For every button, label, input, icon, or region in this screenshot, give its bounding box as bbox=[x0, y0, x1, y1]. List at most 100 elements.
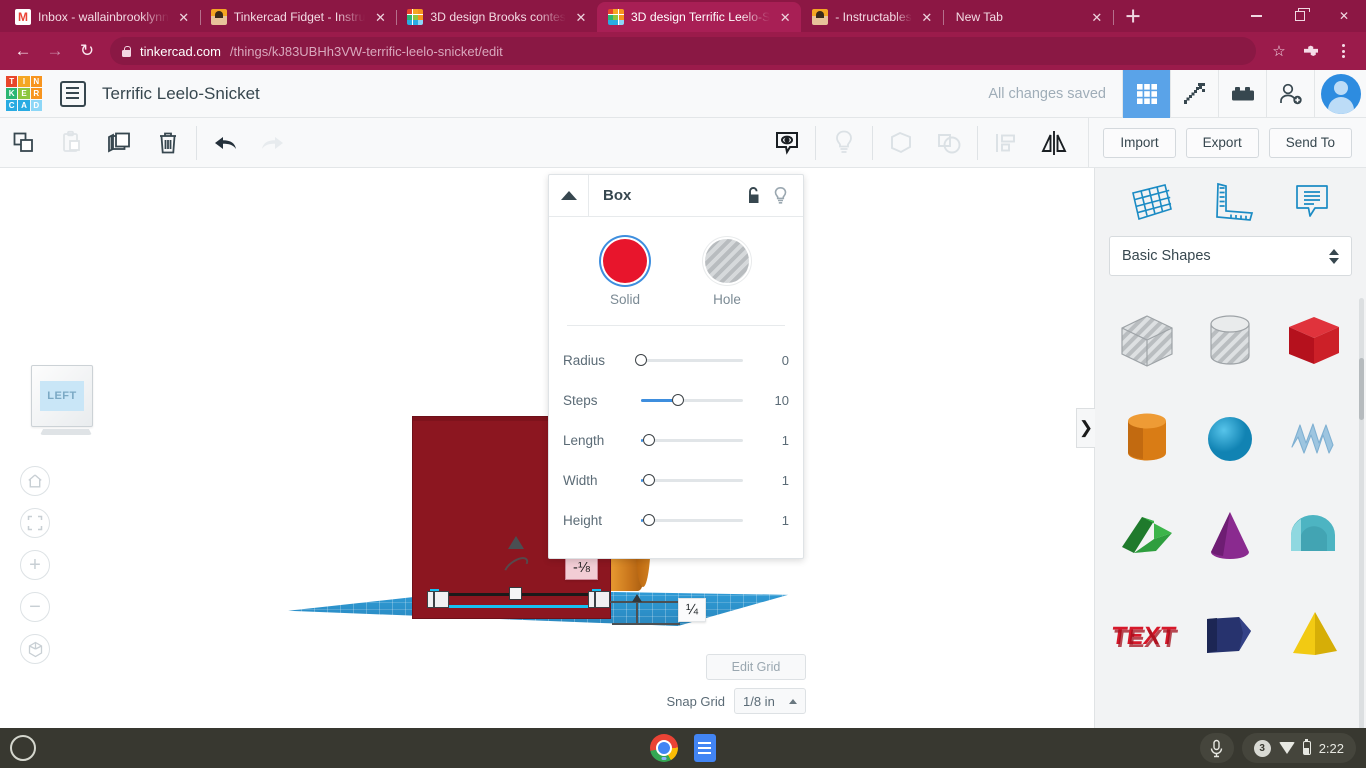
new-tab-button[interactable] bbox=[1119, 2, 1147, 30]
align-icon[interactable] bbox=[982, 118, 1030, 168]
sphere-shape[interactable] bbox=[1204, 413, 1256, 465]
paste-icon[interactable] bbox=[48, 118, 96, 168]
dimension-badge-offset[interactable]: -⅛ bbox=[565, 556, 598, 580]
view-cube-face[interactable]: LEFT bbox=[31, 365, 93, 427]
home-view-button[interactable] bbox=[20, 466, 50, 496]
cylinder-shape[interactable] bbox=[1120, 409, 1174, 469]
forward-button[interactable]: → bbox=[40, 36, 70, 66]
hole-mode-option[interactable]: Hole bbox=[705, 239, 749, 307]
text-shape[interactable]: TEXT TEXT bbox=[1111, 612, 1183, 658]
browser-tab-active[interactable]: 3D design Terrific Leelo-S ✕ bbox=[596, 2, 802, 32]
scribble-shape[interactable] bbox=[1286, 413, 1342, 465]
radius-slider-knob[interactable] bbox=[635, 354, 647, 366]
tab-close-icon[interactable]: ✕ bbox=[1089, 11, 1105, 24]
zoom-out-button[interactable]: − bbox=[20, 592, 50, 622]
redo-icon[interactable] bbox=[249, 118, 297, 168]
resize-handle-right[interactable] bbox=[588, 591, 610, 608]
shape-item[interactable] bbox=[1105, 390, 1189, 488]
shape-item[interactable] bbox=[1189, 488, 1273, 586]
edit-grid-button[interactable]: Edit Grid bbox=[706, 654, 806, 680]
tab-close-icon[interactable]: ✕ bbox=[372, 11, 388, 24]
browser-tab[interactable]: - Instructables ✕ bbox=[801, 2, 944, 32]
note-icon[interactable] bbox=[1291, 181, 1333, 223]
lego-brick-icon[interactable] bbox=[1218, 69, 1266, 118]
length-value[interactable]: 1 bbox=[755, 433, 789, 448]
lightbulb-icon[interactable] bbox=[772, 186, 789, 206]
perspective-toggle-button[interactable] bbox=[20, 634, 50, 664]
close-window-button[interactable]: ✕ bbox=[1322, 0, 1366, 32]
bookmark-star-icon[interactable]: ☆ bbox=[1264, 36, 1294, 66]
box-shape[interactable] bbox=[1283, 311, 1345, 371]
google-docs-icon[interactable] bbox=[694, 734, 716, 762]
browser-tab[interactable]: New Tab ✕ bbox=[943, 2, 1114, 32]
status-tray[interactable]: 3 2:22 bbox=[1241, 733, 1356, 763]
launcher-icon[interactable] bbox=[10, 735, 36, 761]
cone-shape[interactable] bbox=[1203, 508, 1257, 566]
user-avatar-button[interactable] bbox=[1314, 69, 1366, 118]
tab-close-icon[interactable]: ✕ bbox=[573, 11, 589, 24]
view-cube[interactable]: LEFT bbox=[31, 365, 101, 435]
tab-close-icon[interactable]: ✕ bbox=[777, 11, 793, 24]
dimension-badge-height[interactable]: ¼ bbox=[678, 598, 707, 622]
shape-category-select[interactable]: Basic Shapes bbox=[1109, 236, 1352, 276]
undo-icon[interactable] bbox=[201, 118, 249, 168]
3d-viewport[interactable]: LEFT + − -⅛ ¼ Box Solid Hole Radius 0 St… bbox=[0, 168, 1094, 728]
move-up-arrow-handle[interactable] bbox=[508, 536, 524, 550]
import-button[interactable]: Import bbox=[1103, 127, 1176, 158]
duplicate-icon[interactable] bbox=[96, 118, 144, 168]
shape-item[interactable]: TEXT TEXT bbox=[1105, 586, 1189, 684]
copy-icon[interactable] bbox=[0, 118, 48, 168]
height-slider-knob[interactable] bbox=[643, 514, 656, 526]
width-slider-knob[interactable] bbox=[643, 474, 656, 486]
minimize-button[interactable] bbox=[1234, 0, 1278, 32]
blocks-grid-icon[interactable] bbox=[1122, 69, 1170, 118]
shape-item[interactable] bbox=[1272, 390, 1356, 488]
tab-close-icon[interactable]: ✕ bbox=[919, 11, 935, 24]
roof-shape[interactable] bbox=[1116, 511, 1178, 563]
width-value[interactable]: 1 bbox=[755, 473, 789, 488]
note-comment-icon[interactable] bbox=[763, 118, 811, 168]
export-button[interactable]: Export bbox=[1185, 127, 1259, 158]
length-slider-knob[interactable] bbox=[643, 434, 656, 446]
steps-slider-track[interactable] bbox=[641, 394, 743, 406]
microphone-icon[interactable] bbox=[1199, 733, 1234, 763]
resize-handle-left[interactable] bbox=[427, 591, 449, 608]
shape-item[interactable] bbox=[1105, 292, 1189, 390]
mirror-flip-icon[interactable] bbox=[1030, 118, 1078, 168]
zoom-in-button[interactable]: + bbox=[20, 550, 50, 580]
length-slider-track[interactable] bbox=[641, 434, 743, 446]
shape-item[interactable] bbox=[1189, 586, 1273, 684]
browser-tab[interactable]: 3D design Brooks contes ✕ bbox=[396, 2, 597, 32]
ungroup-icon[interactable] bbox=[925, 118, 973, 168]
invite-person-icon[interactable] bbox=[1266, 69, 1314, 118]
hole-box-shape[interactable] bbox=[1114, 310, 1180, 372]
hole-cylinder-shape[interactable] bbox=[1201, 310, 1259, 372]
steps-value[interactable]: 10 bbox=[755, 393, 789, 408]
snap-grid-select[interactable]: 1/8 in bbox=[734, 688, 806, 714]
steps-slider-knob[interactable] bbox=[671, 394, 684, 406]
unlocked-padlock-icon[interactable] bbox=[745, 186, 762, 206]
extensions-puzzle-icon[interactable] bbox=[1296, 36, 1326, 66]
collapse-panel-button[interactable]: ❯ bbox=[1076, 408, 1095, 448]
shape-item[interactable] bbox=[1189, 292, 1273, 390]
shape-item[interactable] bbox=[1189, 390, 1273, 488]
height-value[interactable]: 1 bbox=[755, 513, 789, 528]
lightbulb-icon[interactable] bbox=[820, 118, 868, 168]
workplane-icon[interactable] bbox=[1129, 181, 1175, 223]
back-button[interactable]: ← bbox=[8, 36, 38, 66]
radius-slider-track[interactable] bbox=[635, 354, 743, 366]
reload-button[interactable]: ↻ bbox=[72, 36, 102, 66]
solid-mode-option[interactable]: Solid bbox=[603, 239, 647, 307]
minecraft-pickaxe-icon[interactable] bbox=[1170, 69, 1218, 118]
width-slider-track[interactable] bbox=[641, 474, 743, 486]
pyramid-shape[interactable] bbox=[1285, 607, 1343, 663]
chrome-icon[interactable] bbox=[650, 734, 678, 762]
solid-color-swatch[interactable] bbox=[603, 239, 647, 283]
shape-item[interactable] bbox=[1105, 488, 1189, 586]
polygon-arrow-shape[interactable] bbox=[1199, 609, 1261, 661]
chrome-menu-icon[interactable] bbox=[1328, 36, 1358, 66]
tinkercad-logo[interactable]: T I N K E R C A D bbox=[6, 75, 42, 112]
radius-value[interactable]: 0 bbox=[755, 353, 789, 368]
ruler-icon[interactable] bbox=[1210, 181, 1256, 223]
project-list-icon[interactable] bbox=[60, 80, 86, 107]
